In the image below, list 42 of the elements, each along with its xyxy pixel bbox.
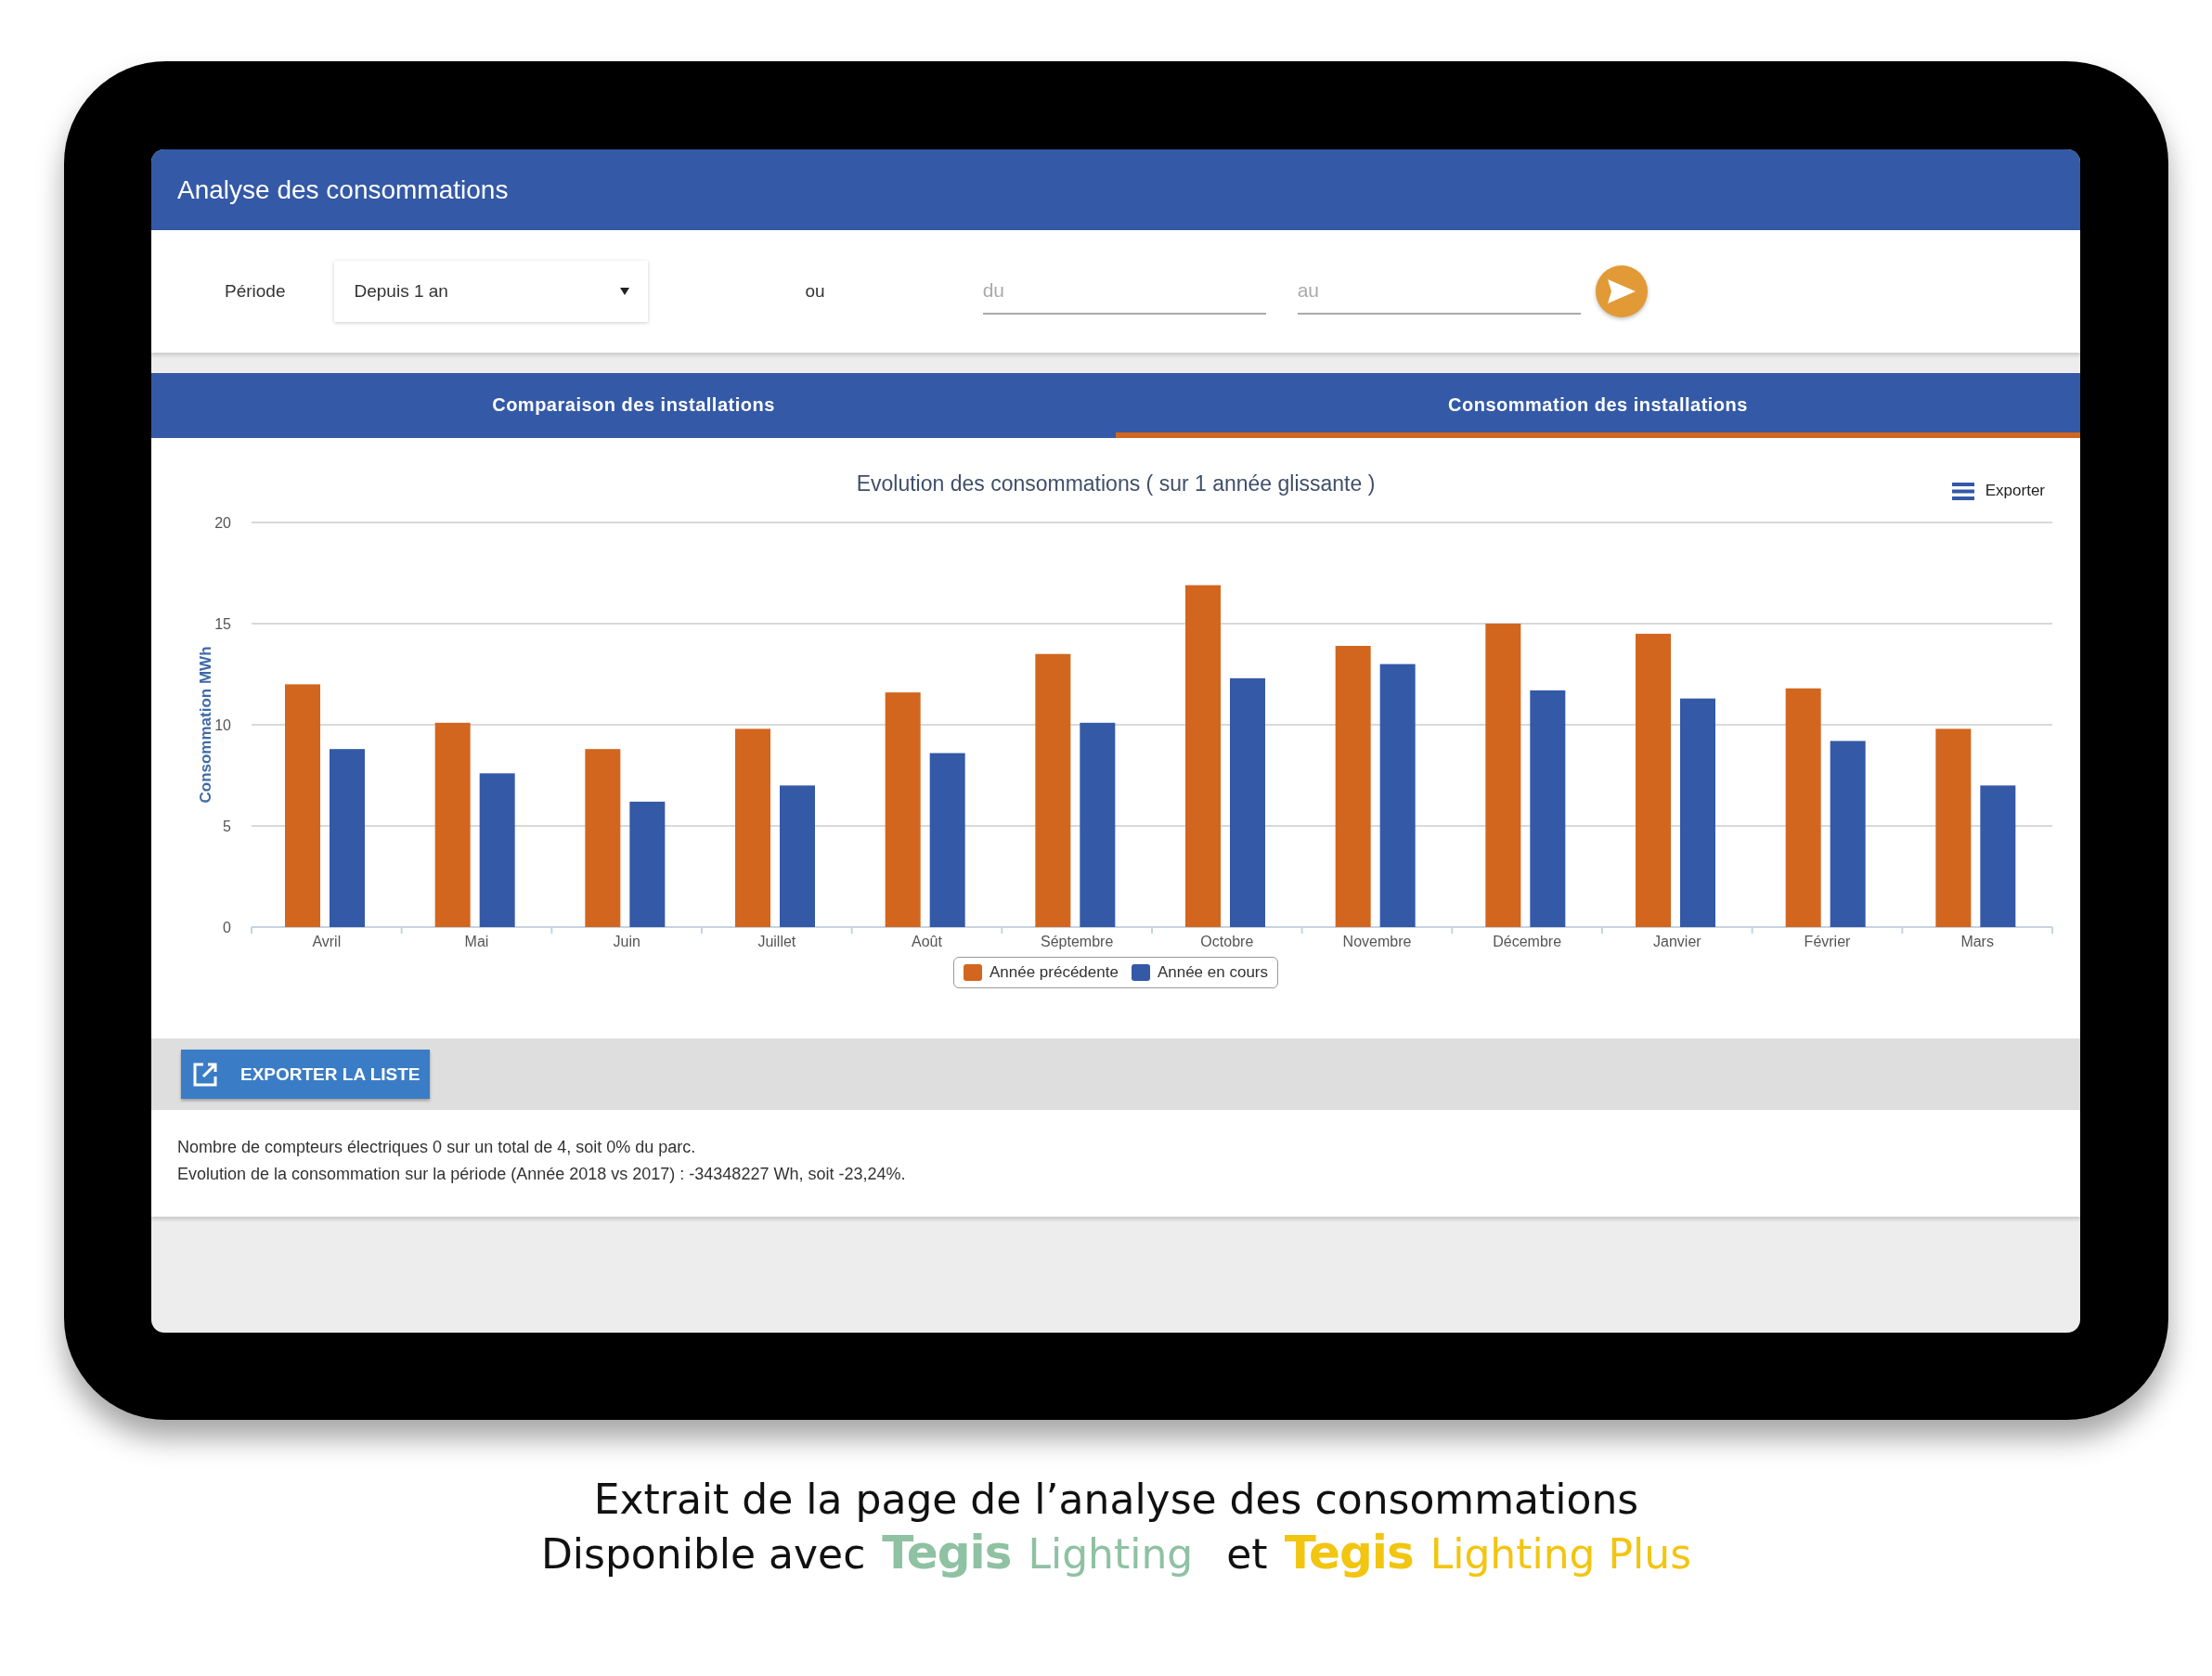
x-tick-label: Séptembre [1041, 934, 1114, 949]
summary-text: Nombre de compteurs électriques 0 sur un total de 4, soit 0% du parc. [177, 1138, 697, 1157]
x-tick-label: Avril [312, 934, 342, 949]
brand-logo: Tegis [1284, 1524, 1414, 1580]
export-list-button[interactable]: EXPORTER LA LISTE [181, 1050, 430, 1099]
y-tick-label: 5 [223, 819, 231, 834]
y-tick-label: 20 [214, 515, 231, 531]
send-button[interactable] [1595, 265, 1648, 317]
x-tick-label: Janvier [1653, 934, 1701, 949]
x-tick-label: Mai [464, 934, 489, 949]
or-label: ou [805, 281, 825, 302]
menu-icon [1951, 482, 1974, 500]
product-name: Lighting [1028, 1529, 1194, 1579]
x-tick-label: Décembre [1493, 934, 1562, 949]
caption-text: Disponible avec [540, 1529, 866, 1579]
legend-label: Année précédente [989, 963, 1119, 982]
brand-logo: Tegis [882, 1524, 1012, 1580]
y-tick-label: 15 [214, 616, 231, 632]
x-tick-label: Février [1804, 934, 1851, 949]
summary-text: Evolution de la consommation sur la période (Année 2018 vs 2017) : -34348227 Wh, soit -23,24%. [177, 1165, 907, 1184]
y-tick-label: 0 [223, 920, 231, 935]
period-label: Période [225, 281, 286, 302]
x-tick-label: Juin [613, 934, 640, 949]
x-tick-label: Octobre [1200, 934, 1254, 949]
x-tick-label: Mars [1960, 934, 1994, 949]
x-tick-label: Août [912, 934, 942, 949]
caption-text: Extrait de la page de l’analyse des consommations [593, 1476, 1639, 1525]
send-icon [1607, 279, 1636, 303]
y-axis-title: Consommation MWh [197, 646, 214, 804]
legend-label: Année en cours [1157, 963, 1268, 982]
x-tick-label: Novembre [1342, 934, 1412, 949]
tab[interactable]: Comparaison des installations [151, 373, 1116, 438]
page-title: Analyse des consommations [177, 174, 509, 205]
x-tick-label: Juillet [757, 934, 796, 949]
caption-text: et [1226, 1529, 1268, 1579]
caret-icon [619, 288, 629, 295]
product-name: Lighting Plus [1429, 1529, 1692, 1579]
export-menu-button[interactable]: Exporter [1951, 482, 2045, 500]
y-tick-label: 10 [214, 717, 231, 733]
period-select[interactable]: Depuis 1 an [333, 261, 648, 322]
chart-title: Evolution des consommations ( sur 1 année glissante ) [856, 471, 1376, 496]
external-link-icon [192, 1061, 218, 1088]
